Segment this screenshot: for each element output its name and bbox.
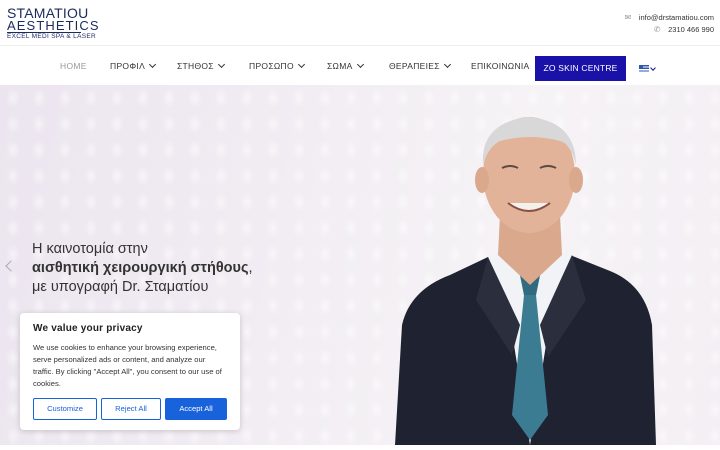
phone-icon: ✆ <box>653 25 661 34</box>
hero-headline: Η καινοτομία στην αισθητική χειρουργική … <box>32 240 292 297</box>
nav-breast-label: ΣΤΗΘΟΣ <box>177 61 214 71</box>
main-nav: HOME ΠΡΟΦΙΛ ΣΤΗΘΟΣ ΠΡΟΣΩΠΟ ΣΩΜΑ ΘΕΡΑΠΕΙΕ… <box>0 45 720 85</box>
zo-skin-centre-button[interactable]: ZO SKIN CENTRE <box>535 56 626 81</box>
greek-flag-icon[interactable] <box>639 65 649 72</box>
nav-body[interactable]: ΣΩΜΑ <box>327 46 364 86</box>
phone-row[interactable]: ✆ 2310 466 990 <box>623 24 714 35</box>
phone-link[interactable]: 2310 466 990 <box>668 25 714 34</box>
nav-treatments-label: ΘΕΡΑΠΕΙΕΣ <box>389 61 440 71</box>
nav-face[interactable]: ΠΡΟΣΩΠΟ <box>249 46 305 86</box>
nav-home-label: HOME <box>60 61 87 71</box>
nav-profile[interactable]: ΠΡΟΦΙΛ <box>110 46 157 86</box>
cookie-body: We use cookies to enhance your browsing … <box>33 343 222 388</box>
nav-breast[interactable]: ΣΤΗΘΟΣ <box>177 46 225 86</box>
chevron-down-icon <box>217 60 225 69</box>
chevron-down-icon <box>149 60 157 69</box>
cookie-button-group: Customize Reject All Accept All <box>33 398 227 420</box>
doctor-portrait <box>395 117 656 445</box>
nav-face-label: ΠΡΟΣΩΠΟ <box>249 61 294 71</box>
page-bottom <box>0 445 720 450</box>
logo-line-3: EXCEL MEDI SPA & LASER <box>7 33 96 40</box>
chevron-down-icon <box>443 60 451 69</box>
cookie-consent-banner: We value your privacy We use cookies to … <box>20 313 240 430</box>
customize-button[interactable]: Customize <box>33 398 97 420</box>
hero-line-2-suffix: , <box>248 260 253 276</box>
email-link[interactable]: info@drstamatiou.com <box>639 13 714 22</box>
reject-all-button[interactable]: Reject All <box>101 398 161 420</box>
nav-profile-label: ΠΡΟΦΙΛ <box>110 61 146 71</box>
nav-contact[interactable]: ΕΠΙΚΟΙΝΩΝΙΑ <box>471 46 530 86</box>
cookie-title: We value your privacy <box>33 323 143 334</box>
envelope-icon: ✉ <box>624 13 632 22</box>
nav-treatments[interactable]: ΘΕΡΑΠΕΙΕΣ <box>389 46 451 86</box>
chevron-down-icon <box>297 60 305 69</box>
hero-line-2-bold: αισθητική χειρουργική στήθους <box>32 260 249 276</box>
nav-home[interactable]: HOME <box>60 46 87 86</box>
hero-line-2: αισθητική χειρουργική στήθους, <box>32 259 292 278</box>
top-bar: STAMATIOU AESTHETICS EXCEL MEDI SPA & LA… <box>0 0 720 45</box>
contact-info: ✉ info@drstamatiou.com ✆ 2310 466 990 <box>623 12 714 36</box>
email-row[interactable]: ✉ info@drstamatiou.com <box>623 12 714 23</box>
nav-body-label: ΣΩΜΑ <box>327 61 353 71</box>
hero-line-1: Η καινοτομία στην <box>32 241 148 257</box>
chevron-down-icon[interactable] <box>650 65 656 71</box>
accept-all-button[interactable]: Accept All <box>165 398 227 420</box>
hero-line-3: με υπογραφή Dr. Σταματίου <box>32 279 209 295</box>
nav-contact-label: ΕΠΙΚΟΙΝΩΝΙΑ <box>471 61 530 71</box>
chevron-down-icon <box>356 60 364 69</box>
site-logo[interactable]: STAMATIOU AESTHETICS EXCEL MEDI SPA & LA… <box>7 6 99 40</box>
logo-line-2: AESTHETICS <box>7 18 100 33</box>
